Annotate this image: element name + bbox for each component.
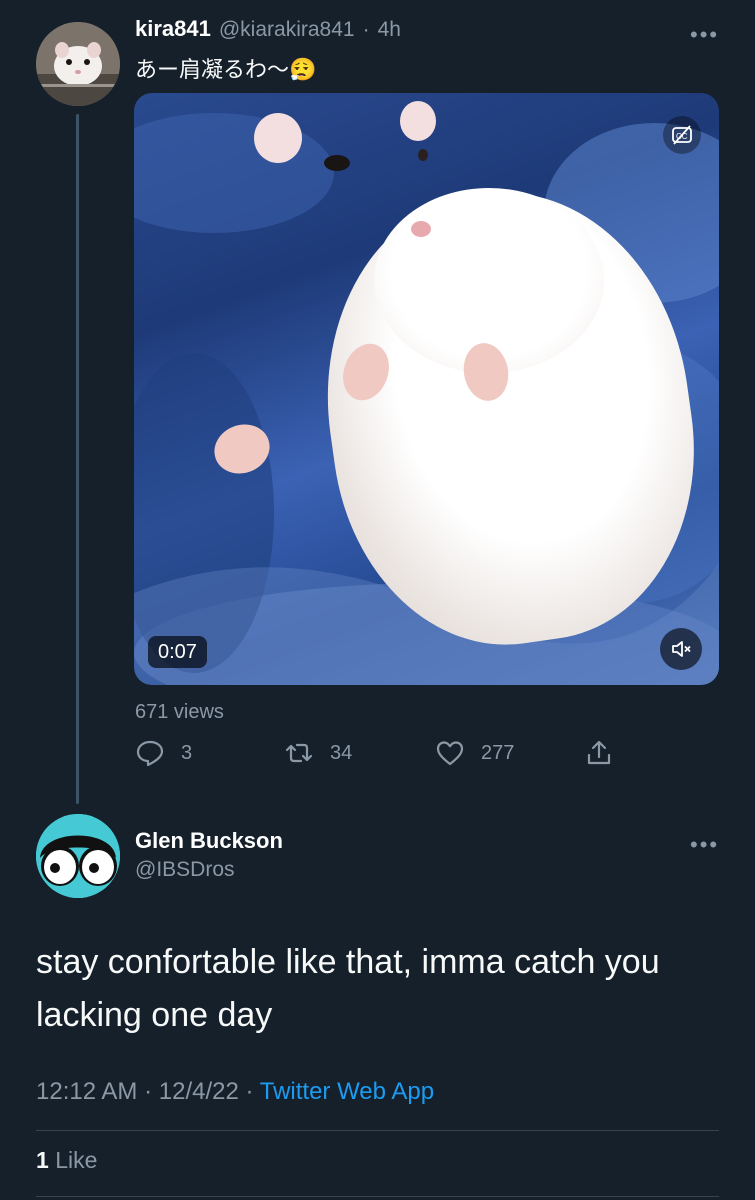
- captions-toggle-button[interactable]: CC: [663, 116, 701, 154]
- parent-author-handle[interactable]: @kiarakira841: [219, 18, 355, 42]
- tweet-metadata: 12:12 AM · 12/4/22 · Twitter Web App: [36, 1078, 434, 1106]
- reply-author-handle[interactable]: @IBSDros: [135, 858, 235, 882]
- parent-avatar[interactable]: [36, 22, 120, 106]
- mute-toggle-button[interactable]: [660, 628, 702, 670]
- parent-time-ago[interactable]: 4h: [378, 18, 401, 42]
- cartoon-eyes-avatar-image: [36, 814, 120, 898]
- video-duration-badge: 0:07: [148, 636, 207, 668]
- thread-connector-line: [76, 114, 79, 804]
- parent-separator: ·: [362, 18, 370, 41]
- reply-count: 3: [181, 741, 193, 764]
- share-action[interactable]: [584, 738, 614, 768]
- captions-off-icon: CC: [672, 125, 692, 145]
- hamster-ear: [400, 101, 436, 141]
- hamster-eye: [418, 149, 428, 161]
- parent-tweet-text: あー肩凝るわ〜😮‍💨: [135, 57, 317, 82]
- like-action[interactable]: 277: [435, 738, 514, 768]
- muted-speaker-icon: [672, 641, 691, 657]
- retweet-action[interactable]: 34: [284, 738, 352, 768]
- divider: [36, 1130, 719, 1131]
- hamster-avatar-image: [36, 22, 120, 106]
- reply-icon: [136, 740, 164, 767]
- heart-icon: [436, 741, 464, 766]
- meta-separator: ·: [245, 1078, 254, 1105]
- meta-separator: ·: [144, 1078, 153, 1105]
- tweet-time[interactable]: 12:12 AM: [36, 1078, 137, 1105]
- parent-header: kira841 @kiarakira841 · 4h: [135, 16, 401, 42]
- retweet-count: 34: [330, 741, 353, 764]
- reply-avatar[interactable]: [36, 814, 120, 898]
- likes-summary[interactable]: 1 Like: [36, 1147, 97, 1174]
- likes-summary-label: Like: [55, 1147, 98, 1173]
- hamster-ear: [254, 113, 302, 163]
- reply-action[interactable]: 3: [135, 738, 192, 768]
- hamster-eye: [324, 155, 350, 171]
- tweet-video[interactable]: [134, 93, 719, 685]
- share-icon: [587, 740, 611, 765]
- divider: [36, 1196, 719, 1197]
- retweet-icon: [285, 743, 313, 763]
- hamster-nose: [411, 221, 431, 237]
- parent-author-name[interactable]: kira841: [135, 16, 211, 42]
- parent-more-dots-icon[interactable]: •••: [690, 22, 719, 48]
- reply-tweet-text: stay confortable like that, imma catch y…: [36, 943, 660, 1034]
- reply-more-dots-icon[interactable]: •••: [690, 832, 719, 858]
- like-count: 277: [481, 741, 515, 764]
- tweet-source-link[interactable]: Twitter Web App: [260, 1078, 434, 1105]
- view-count: 671 views: [135, 701, 224, 723]
- reply-author-name[interactable]: Glen Buckson: [135, 828, 283, 854]
- likes-summary-count: 1: [36, 1147, 49, 1173]
- tweet-date[interactable]: 12/4/22: [159, 1078, 239, 1105]
